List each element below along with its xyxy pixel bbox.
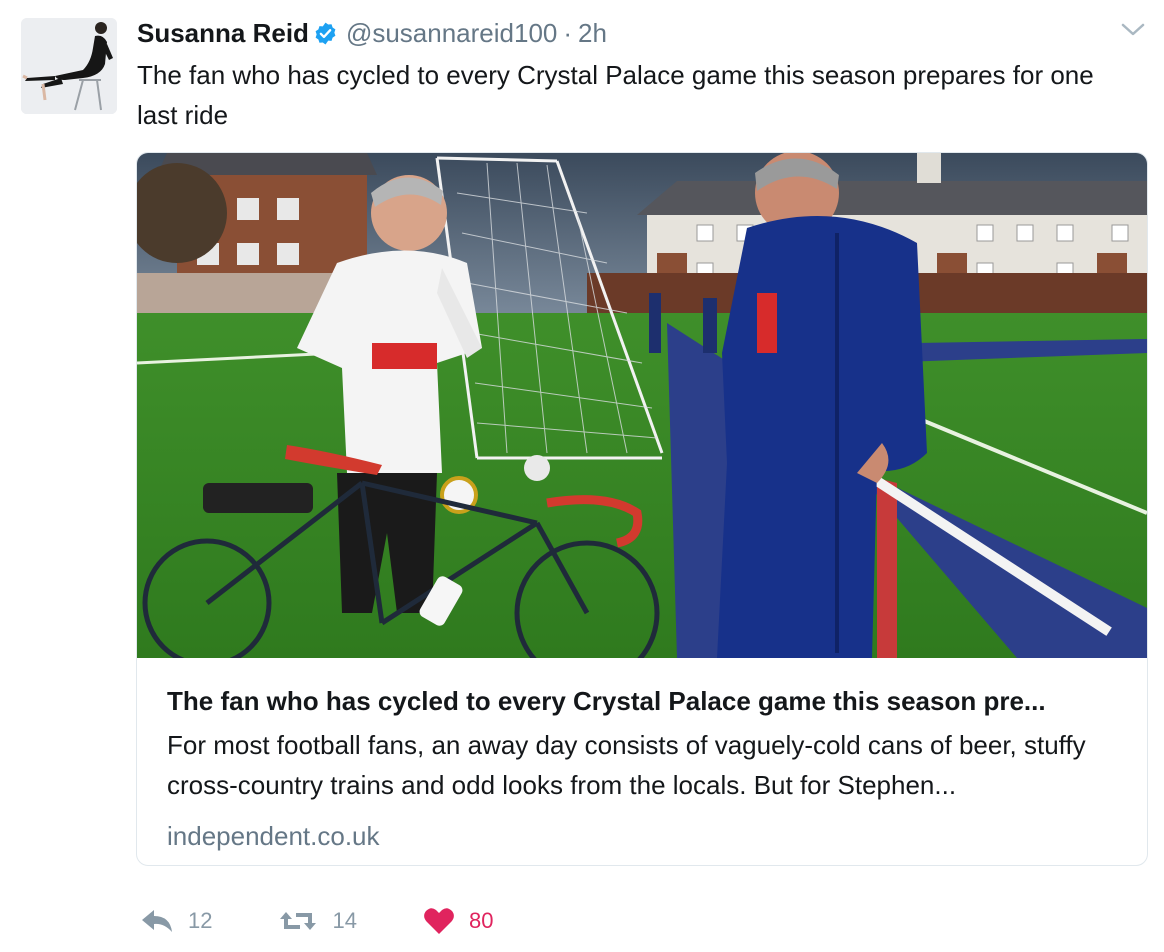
reply-button[interactable]: 12 <box>140 908 212 934</box>
tweet-actions: 12 14 80 <box>140 900 559 942</box>
card-image[interactable] <box>137 153 1147 686</box>
card-domain[interactable]: independent.co.uk <box>167 819 1127 853</box>
chevron-down-icon[interactable] <box>1120 20 1146 40</box>
author-handle[interactable]: @susannareid100 <box>346 18 557 49</box>
like-count: 80 <box>468 908 494 933</box>
card-description: For most football fans, an away day cons… <box>167 730 1086 800</box>
card-body[interactable]: The fan who has cycled to every Crystal … <box>167 683 1127 853</box>
retweet-count: 14 <box>332 908 357 933</box>
reply-count: 12 <box>188 908 213 933</box>
tweet-timestamp[interactable]: 2h <box>578 18 607 49</box>
link-card[interactable]: The fan who has cycled to every Crystal … <box>136 152 1148 866</box>
heart-icon <box>423 907 455 935</box>
like-button[interactable]: 80 <box>423 907 493 935</box>
retweet-button[interactable]: 14 <box>278 908 357 934</box>
reply-icon <box>140 908 174 934</box>
tweet-text: The fan who has cycled to every Crystal … <box>137 60 1094 130</box>
verified-badge-icon <box>313 21 338 46</box>
tweet-header: Susanna Reid @susannareid100 · 2h <box>137 16 607 50</box>
author-name[interactable]: Susanna Reid <box>137 18 309 49</box>
header-separator: · <box>563 17 573 48</box>
tweet: Susanna Reid @susannareid100 · 2h The fa… <box>0 0 1164 952</box>
card-title[interactable]: The fan who has cycled to every Crystal … <box>167 683 1127 719</box>
retweet-icon <box>278 908 318 934</box>
avatar[interactable] <box>21 18 117 114</box>
